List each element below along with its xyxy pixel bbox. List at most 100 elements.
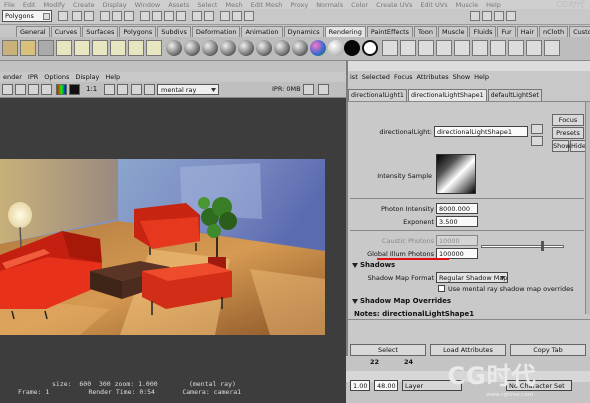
paint-icon[interactable] <box>544 40 560 56</box>
shelf-tab-ncloth[interactable]: nCloth <box>539 26 569 37</box>
shelf-tab-dynamics[interactable]: Dynamics <box>283 26 324 37</box>
new-scene-icon[interactable] <box>58 11 68 21</box>
render-menu-item-help[interactable]: Help <box>102 73 123 81</box>
snap-plane-icon[interactable] <box>176 11 186 21</box>
volume-light-icon[interactable] <box>146 40 162 56</box>
menu-item-edit[interactable]: Edit <box>19 1 40 9</box>
render-menu-item-ipr[interactable]: IPR <box>25 73 41 81</box>
photon-intensity-field[interactable]: 8000.000 <box>436 203 478 214</box>
render-layer-icon[interactable] <box>526 40 542 56</box>
render-menu-item-display[interactable]: Display <box>72 73 102 81</box>
select-button[interactable]: Select <box>350 344 426 356</box>
shadow-map-overrides-section-header[interactable]: Shadow Map Overrides <box>350 297 584 307</box>
ipr-render-icon[interactable] <box>41 84 52 95</box>
shadows-section-header[interactable]: Shadows <box>350 261 584 271</box>
redo-render-icon[interactable] <box>2 84 13 95</box>
shelf-tab-fluids[interactable]: Fluids <box>469 26 497 37</box>
menu-item-muscle[interactable]: Muscle <box>452 1 483 9</box>
ae-menu-item-show[interactable]: Show <box>451 73 473 81</box>
blinn-shader-icon[interactable] <box>184 40 200 56</box>
toon-outline-icon[interactable] <box>362 40 378 56</box>
presets-button[interactable]: Presets <box>552 127 584 139</box>
menu-item-select[interactable]: Select <box>193 1 221 9</box>
exponent-field[interactable]: 3.500 <box>436 216 478 227</box>
display-settings-icon[interactable] <box>131 84 142 95</box>
shelf-tab-fur[interactable]: Fur <box>497 26 516 37</box>
menu-set-select[interactable]: Polygons <box>2 10 52 22</box>
shelf-tab-custom[interactable]: Custom <box>569 26 590 37</box>
menu-item-create[interactable]: Create <box>69 1 99 9</box>
ae-tab-defaultlightset[interactable]: defaultLightSet <box>487 89 542 101</box>
ae-menu-item-attributes[interactable]: Attributes <box>415 73 451 81</box>
select-by-component-icon[interactable] <box>124 11 134 21</box>
tool-settings-icon[interactable] <box>506 11 516 21</box>
open-scene-icon[interactable] <box>72 11 82 21</box>
panel-layout-icon[interactable] <box>470 11 480 21</box>
menu-item-file[interactable]: File <box>0 1 19 9</box>
phong-shader-icon[interactable] <box>202 40 218 56</box>
anisotropic-shader-icon[interactable] <box>238 40 254 56</box>
mr-shadow-map-checkbox[interactable] <box>438 285 445 292</box>
shelf-tab-surfaces[interactable]: Surfaces <box>82 26 119 37</box>
shelf-tab-general[interactable]: General <box>16 26 50 37</box>
ae-menu-item-focus[interactable]: Focus <box>392 73 415 81</box>
batch-render-icon[interactable] <box>436 40 452 56</box>
render-globals-icon[interactable] <box>472 40 488 56</box>
light-linking-icon[interactable] <box>490 40 506 56</box>
use-background-shader-icon[interactable] <box>328 40 344 56</box>
node-name-field[interactable]: directionalLightShape1 <box>434 126 528 137</box>
ae-tab-directionallight1[interactable]: directionalLight1 <box>348 89 407 101</box>
render-region-icon[interactable] <box>400 40 416 56</box>
shelf-tab-polygons[interactable]: Polygons <box>119 26 157 37</box>
focus-button[interactable]: Focus <box>552 114 584 126</box>
ambient-light-icon[interactable] <box>56 40 72 56</box>
save-scene-icon[interactable] <box>84 11 94 21</box>
menu-item-color[interactable]: Color <box>347 1 372 9</box>
ae-menu-item-ist[interactable]: ist <box>348 73 360 81</box>
select-by-hierarchy-icon[interactable] <box>100 11 110 21</box>
shadow-matte-icon[interactable] <box>344 40 360 56</box>
area-light-icon[interactable] <box>128 40 144 56</box>
photon-intensity-slider-handle[interactable] <box>541 241 545 251</box>
shelf-menu-icon[interactable] <box>2 40 18 56</box>
ipr-stop-icon[interactable] <box>318 84 329 95</box>
output-connection-icon[interactable] <box>531 136 543 146</box>
load-attributes-button[interactable]: Load Attributes <box>430 344 506 356</box>
menu-item-edit-mesh[interactable]: Edit Mesh <box>247 1 287 9</box>
shelf-tab-toon[interactable]: Toon <box>414 26 437 37</box>
rgb-channel-icon[interactable] <box>56 84 67 95</box>
phong-e-shader-icon[interactable] <box>220 40 236 56</box>
hide-button[interactable]: Hide <box>570 140 586 152</box>
ae-menu-item-help[interactable]: Help <box>472 73 491 81</box>
alpha-channel-icon[interactable] <box>69 84 80 95</box>
history-icon[interactable] <box>192 11 202 21</box>
shelf-tab-deformation[interactable]: Deformation <box>191 26 241 37</box>
shelf-tab-subdivs[interactable]: Subdivs <box>157 26 191 37</box>
hypershade-icon[interactable] <box>454 40 470 56</box>
render-settings-icon[interactable] <box>244 11 254 21</box>
texture-editor-icon[interactable] <box>508 40 524 56</box>
ipr-render-icon[interactable] <box>232 11 242 21</box>
shelf-tab-painteffects[interactable]: PaintEffects <box>366 26 414 37</box>
remove-image-icon[interactable] <box>117 84 128 95</box>
render-menu-item-options[interactable]: Options <box>41 73 72 81</box>
ipr-refresh-icon[interactable] <box>303 84 314 95</box>
render-view-icon[interactable] <box>382 40 398 56</box>
renderer-select[interactable]: mental ray <box>157 84 219 95</box>
channel-box-icon[interactable] <box>482 11 492 21</box>
render-current-frame-icon[interactable] <box>220 11 230 21</box>
camera-icon[interactable] <box>20 40 36 56</box>
menu-item-help[interactable]: Help <box>482 1 505 9</box>
menu-item-edit-uvs[interactable]: Edit UVs <box>416 1 451 9</box>
shelf-tab-hair[interactable]: Hair <box>516 26 539 37</box>
menu-item-assets[interactable]: Assets <box>164 1 193 9</box>
snap-grid-icon[interactable] <box>140 11 150 21</box>
caustic-photons-field[interactable]: 10000 <box>436 235 478 246</box>
photon-intensity-slider[interactable] <box>481 245 564 248</box>
ratio-label[interactable]: 1:1 <box>86 85 97 93</box>
notes-textarea[interactable] <box>348 319 590 342</box>
menu-item-mesh[interactable]: Mesh <box>221 1 246 9</box>
menu-item-create-uvs[interactable]: Create UVs <box>372 1 416 9</box>
snapshot-icon[interactable] <box>28 84 39 95</box>
timeline[interactable]: 22 24 1.00 48.00 Layer No Character Set … <box>346 356 590 403</box>
